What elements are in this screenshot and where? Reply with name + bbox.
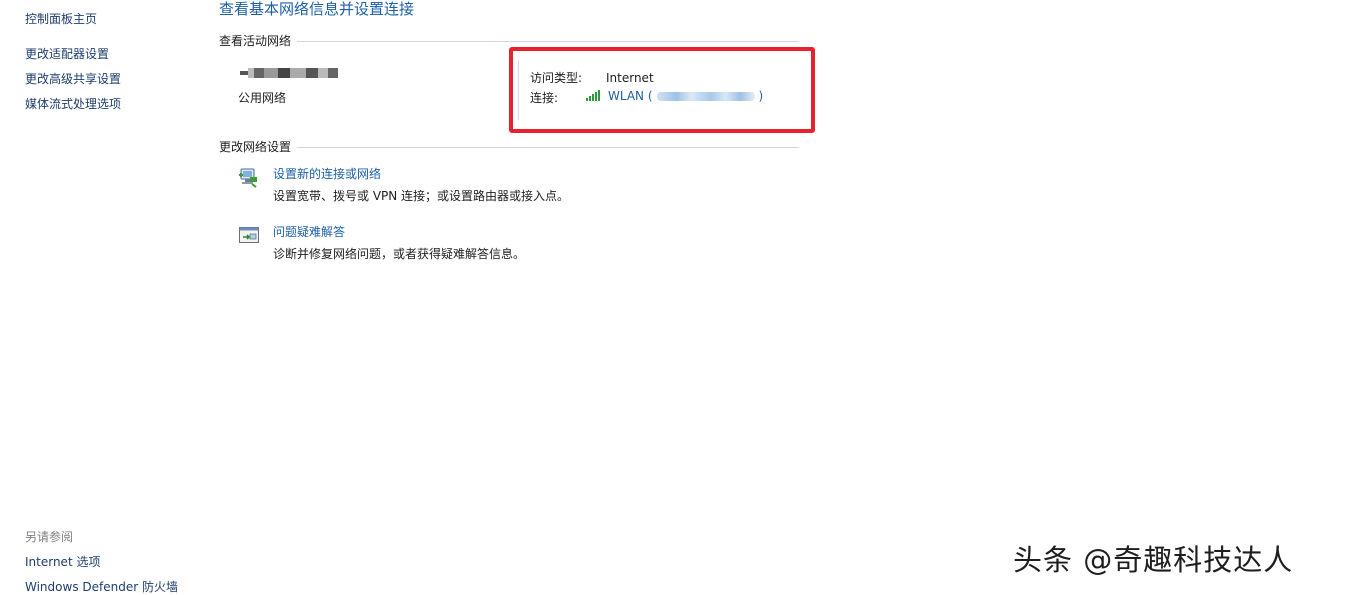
see-also-internet-options-link[interactable]: Internet 选项 — [25, 553, 100, 570]
troubleshoot-link[interactable]: 问题疑难解答 — [273, 223, 345, 240]
setup-connection-desc: 设置宽带、拨号或 VPN 连接；或设置路由器或接入点。 — [273, 189, 570, 203]
see-also-caption: 另请参阅 — [25, 530, 74, 544]
sidebar-item-adapter-settings[interactable]: 更改适配器设置 — [25, 45, 109, 62]
see-also-firewall-link[interactable]: Windows Defender 防火墙 — [25, 578, 178, 595]
network-name-redacted — [240, 68, 338, 78]
active-networks-section-header: 查看活动网络 — [219, 32, 799, 49]
change-settings-section-header: 更改网络设置 — [219, 138, 799, 155]
troubleshoot-desc: 诊断并修复网络问题，或者获得疑难解答信息。 — [273, 247, 526, 261]
page-title: 查看基本网络信息并设置连接 — [219, 0, 415, 18]
troubleshoot-icon — [239, 227, 259, 243]
highlight-annotation-box — [509, 47, 815, 133]
section-divider — [219, 41, 799, 42]
watermark: 头条 @奇趣科技达人 — [1013, 543, 1294, 577]
sidebar: 控制面板主页 更改适配器设置 更改高级共享设置 媒体流式处理选项 另请参阅 In… — [0, 0, 200, 595]
active-networks-header-label: 查看活动网络 — [219, 32, 298, 49]
sidebar-item-advanced-sharing[interactable]: 更改高级共享设置 — [25, 70, 121, 87]
setup-connection-link[interactable]: 设置新的连接或网络 — [273, 165, 381, 182]
section-divider — [219, 147, 799, 148]
control-panel-home-link[interactable]: 控制面板主页 — [25, 10, 97, 27]
network-setup-icon — [239, 168, 257, 188]
network-type-label: 公用网络 — [238, 91, 287, 105]
change-settings-header-label: 更改网络设置 — [219, 138, 298, 155]
sidebar-item-media-streaming[interactable]: 媒体流式处理选项 — [25, 95, 121, 112]
